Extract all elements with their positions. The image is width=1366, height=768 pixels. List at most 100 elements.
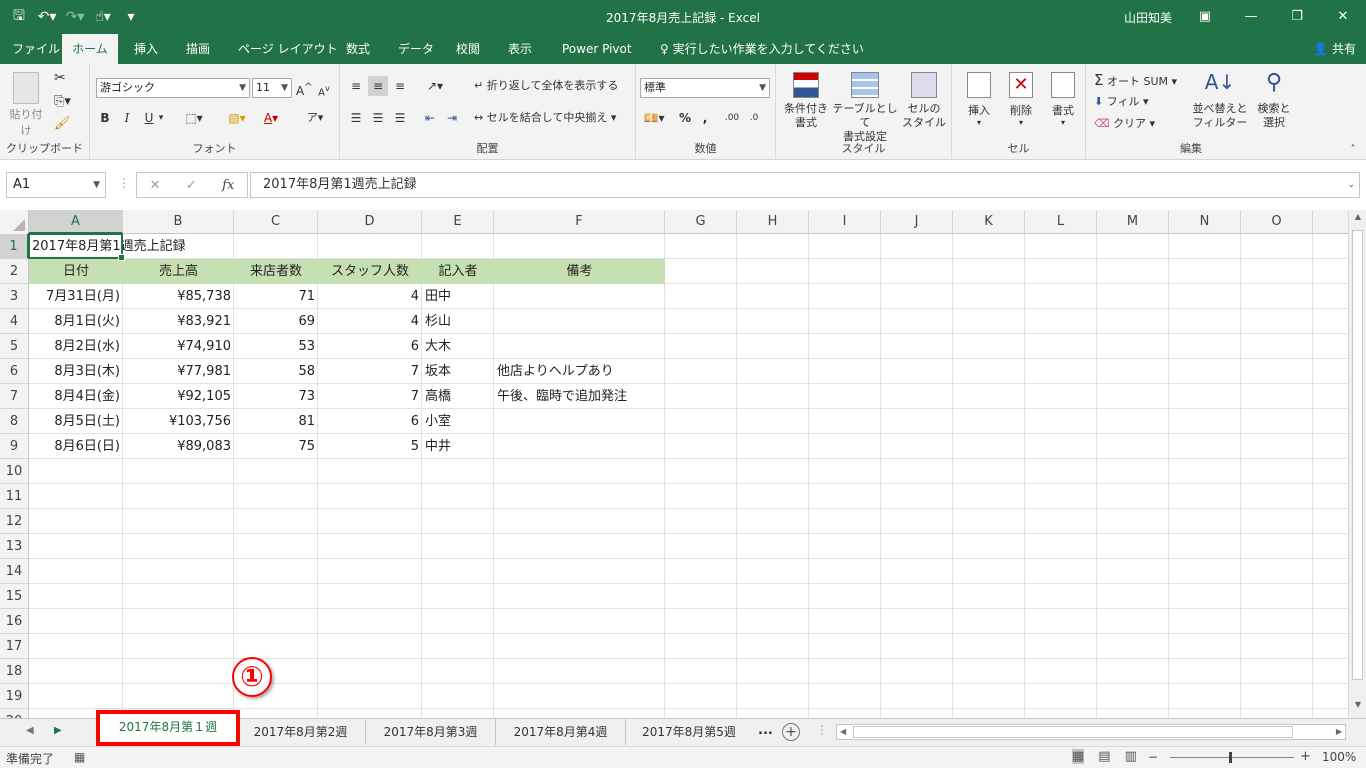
minimize-button[interactable]: — xyxy=(1228,0,1274,32)
comma-icon[interactable]: , xyxy=(698,108,712,128)
increase-font-icon[interactable]: A^ xyxy=(296,78,313,98)
data-cell[interactable]: 81 xyxy=(234,409,318,434)
tell-me-search[interactable]: ♀ 実行したい作業を入力してください xyxy=(650,34,874,64)
data-cell[interactable]: 8月1日(火) xyxy=(29,309,123,334)
row-header-18[interactable]: 18 xyxy=(0,659,29,684)
tab-view[interactable]: 表示 xyxy=(498,34,542,64)
clear-button[interactable]: ⌫ クリア ▾ xyxy=(1094,114,1164,134)
column-header-c[interactable]: C xyxy=(234,210,318,234)
data-cell[interactable]: 5 xyxy=(318,434,422,459)
format-cells-button[interactable]: 書式 ▾ xyxy=(1044,72,1082,127)
data-cell[interactable]: 8月3日(木) xyxy=(29,359,123,384)
data-cell[interactable]: 73 xyxy=(234,384,318,409)
tab-formulas[interactable]: 数式 xyxy=(336,34,380,64)
align-bottom-icon[interactable]: ≡ xyxy=(390,76,410,96)
align-center-icon[interactable]: ☰ xyxy=(368,108,388,128)
column-header-l[interactable]: L xyxy=(1025,210,1097,234)
sheet-tab-week4[interactable]: 2017年8月第4週 xyxy=(496,719,626,745)
tab-data[interactable]: データ xyxy=(388,34,444,64)
borders-icon[interactable]: ⬚▾ xyxy=(182,108,206,128)
insert-function-icon[interactable]: fx xyxy=(222,178,234,193)
tab-review[interactable]: 校閲 xyxy=(446,34,490,64)
row-header-13[interactable]: 13 xyxy=(0,534,29,559)
merge-center-button[interactable]: ↔ セルを結合して中央揃え ▾ xyxy=(474,108,630,128)
number-format-select[interactable]: 標準 ▼ xyxy=(640,78,770,98)
font-color-icon[interactable]: A▾ xyxy=(260,108,282,128)
row-header-4[interactable]: 4 xyxy=(0,309,29,334)
data-cell[interactable]: 8月4日(金) xyxy=(29,384,123,409)
underline-button[interactable]: U xyxy=(142,108,156,128)
header-cell[interactable]: スタッフ人数 xyxy=(318,259,422,284)
autosum-button[interactable]: Σ オート SUM ▾ xyxy=(1094,70,1190,90)
normal-view-icon[interactable]: ▦ xyxy=(1072,749,1085,764)
data-cell[interactable]: ¥92,105 xyxy=(123,384,234,409)
column-header-i[interactable]: I xyxy=(809,210,881,234)
column-header-e[interactable]: E xyxy=(422,210,494,234)
row-header-8[interactable]: 8 xyxy=(0,409,29,434)
column-header-o[interactable]: O xyxy=(1241,210,1313,234)
sheet-tab-week3[interactable]: 2017年8月第3週 xyxy=(366,719,496,745)
sort-filter-button[interactable]: A↓ 並べ替えと フィルター xyxy=(1190,70,1250,130)
tab-insert[interactable]: 挿入 xyxy=(124,34,168,64)
align-middle-icon[interactable]: ≡ xyxy=(368,76,388,96)
close-button[interactable]: ✕ xyxy=(1320,0,1366,32)
align-left-icon[interactable]: ☰ xyxy=(346,108,366,128)
copy-icon[interactable]: ⎘▾ xyxy=(54,94,71,109)
row-header-3[interactable]: 3 xyxy=(0,284,29,309)
horizontal-scrollbar[interactable]: ◀ ▶ xyxy=(836,724,1346,740)
scroll-down-icon[interactable]: ▼ xyxy=(1349,700,1366,716)
collapse-ribbon-icon[interactable]: ˄ xyxy=(1346,140,1360,160)
row-header-12[interactable]: 12 xyxy=(0,509,29,534)
data-cell[interactable]: 中井 xyxy=(422,434,494,459)
bold-button[interactable]: B xyxy=(98,108,112,128)
header-cell[interactable]: 売上高 xyxy=(123,259,234,284)
horizontal-scroll-thumb[interactable] xyxy=(853,726,1293,738)
sheet-tab-week2[interactable]: 2017年8月第2週 xyxy=(236,719,366,745)
row-header-20[interactable]: 20 xyxy=(0,709,29,718)
insert-cells-button[interactable]: 挿入 ▾ xyxy=(960,72,998,127)
align-right-icon[interactable]: ☰ xyxy=(390,108,410,128)
decrease-indent-icon[interactable]: ⇤ xyxy=(420,108,440,128)
orientation-icon[interactable]: ↗▾ xyxy=(422,76,448,96)
data-cell[interactable]: ¥83,921 xyxy=(123,309,234,334)
data-cell[interactable]: 午後、臨時で追加発注 xyxy=(494,384,665,409)
align-top-icon[interactable]: ≡ xyxy=(346,76,366,96)
row-header-15[interactable]: 15 xyxy=(0,584,29,609)
data-cell[interactable]: 8月6日(日) xyxy=(29,434,123,459)
tab-power-pivot[interactable]: Power Pivot xyxy=(552,34,642,64)
data-cell[interactable]: 杉山 xyxy=(422,309,494,334)
format-as-table-button[interactable]: テーブルとして 書式設定 xyxy=(830,72,900,144)
tab-split-handle[interactable]: ⋮ xyxy=(816,723,828,737)
row-header-19[interactable]: 19 xyxy=(0,684,29,709)
data-cell[interactable]: 69 xyxy=(234,309,318,334)
header-cell[interactable]: 来店者数 xyxy=(234,259,318,284)
data-cell[interactable]: ¥77,981 xyxy=(123,359,234,384)
increase-decimal-icon[interactable]: .00 xyxy=(722,108,742,128)
cancel-icon[interactable]: ✕ xyxy=(150,178,161,193)
cell-styles-button[interactable]: セルの スタイル xyxy=(900,72,948,130)
wrap-text-button[interactable]: ↵ 折り返して全体を表示する xyxy=(474,76,624,96)
row-header-10[interactable]: 10 xyxy=(0,459,29,484)
name-box[interactable]: A1 ▼ xyxy=(6,172,106,198)
row-header-6[interactable]: 6 xyxy=(0,359,29,384)
fill-button[interactable]: ⬇ フィル ▾ xyxy=(1094,92,1164,112)
data-cell[interactable]: 71 xyxy=(234,284,318,309)
data-cell[interactable]: 大木 xyxy=(422,334,494,359)
vertical-scrollbar[interactable]: ▲ ▼ xyxy=(1348,210,1366,718)
next-sheet-icon[interactable]: ▶ xyxy=(54,725,62,736)
page-break-preview-icon[interactable]: ▥ xyxy=(1125,749,1137,764)
row-header-5[interactable]: 5 xyxy=(0,334,29,359)
italic-button[interactable]: I xyxy=(120,108,134,128)
decrease-font-icon[interactable]: Av xyxy=(316,78,332,98)
zoom-out-icon[interactable]: − xyxy=(1148,750,1158,764)
enter-icon[interactable]: ✓ xyxy=(186,178,197,193)
data-cell[interactable]: 高橋 xyxy=(422,384,494,409)
data-cell[interactable]: 8月2日(水) xyxy=(29,334,123,359)
data-cell[interactable]: 6 xyxy=(318,334,422,359)
row-header-14[interactable]: 14 xyxy=(0,559,29,584)
percent-icon[interactable]: % xyxy=(676,108,694,128)
zoom-level[interactable]: 100% xyxy=(1322,750,1356,764)
column-header-m[interactable]: M xyxy=(1097,210,1169,234)
column-header-h[interactable]: H xyxy=(737,210,809,234)
data-cell[interactable]: 8月5日(土) xyxy=(29,409,123,434)
